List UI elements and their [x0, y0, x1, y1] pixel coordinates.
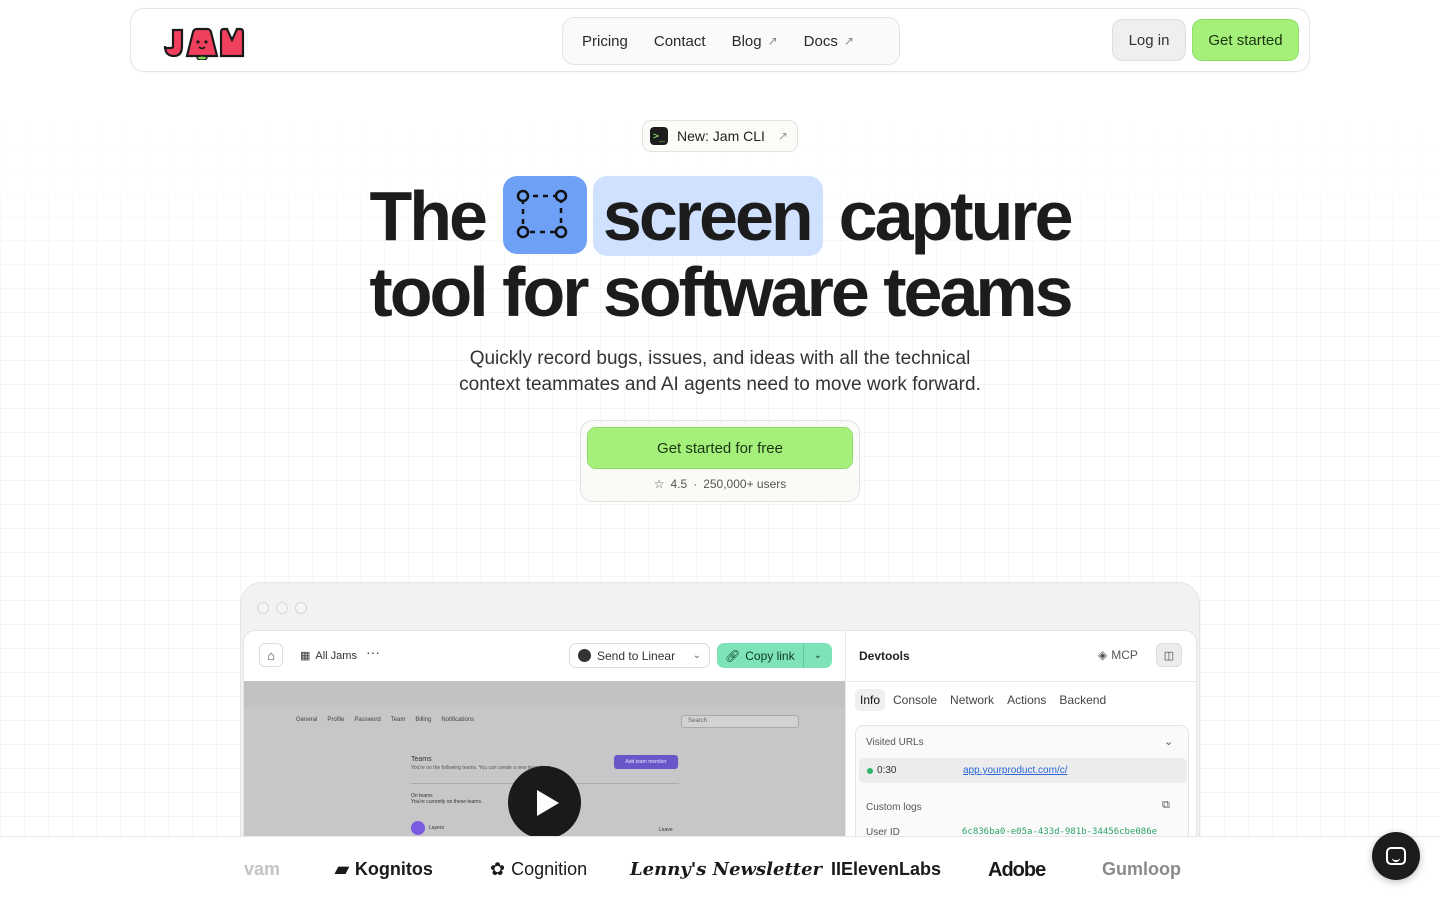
terminal-icon: >_: [650, 127, 668, 145]
get-started-free-button[interactable]: Get started for free: [587, 427, 853, 469]
send-to-linear-dropdown[interactable]: Send to Linear ⌄: [569, 643, 710, 668]
chat-icon: [1386, 847, 1406, 865]
recorded-app-navbar: [244, 681, 845, 707]
more-icon[interactable]: ···: [366, 644, 380, 660]
recorded-team-row: Layers: [411, 821, 444, 835]
kognitos-icon: ▰: [335, 859, 349, 879]
nav-link-contact[interactable]: Contact: [641, 24, 719, 58]
home-icon[interactable]: ⌂: [259, 643, 283, 667]
selection-box-icon: [502, 176, 587, 254]
link-icon: 🔗︎: [725, 648, 741, 663]
login-button[interactable]: Log in: [1112, 19, 1186, 61]
visited-url-row: 0:30 app.yourproduct.com/c/: [859, 758, 1187, 783]
copy-link-button[interactable]: 🔗︎ Copy link ⌄: [717, 643, 832, 668]
chevron-down-icon[interactable]: ⌄: [1164, 735, 1173, 748]
hero-subtitle: Quickly record bugs, issues, and ideas w…: [459, 348, 981, 395]
sidebar-toggle-icon[interactable]: ◫: [1156, 643, 1182, 667]
hero-title-line1: The screen capture: [369, 176, 1074, 256]
recorded-on-teams: On teams You're currently on these teams.: [411, 793, 483, 805]
status-dot: [867, 767, 873, 774]
cognition-icon: ✿: [490, 859, 506, 879]
cta-card: Get started for free ☆ 4.5 · 250,000+ us…: [580, 420, 860, 502]
recorded-search: Search: [681, 715, 799, 728]
external-arrow-icon: ↗: [777, 129, 788, 143]
nav-link-pricing[interactable]: Pricing: [569, 24, 641, 58]
customer-logo-adobe: Adobe: [988, 859, 1046, 881]
avatar: [411, 821, 425, 835]
mcp-button[interactable]: ◈ MCP: [1098, 648, 1138, 662]
customer-logo-vam: vam: [244, 859, 281, 879]
chat-launcher-button[interactable]: [1372, 832, 1420, 880]
tab-console[interactable]: Console: [888, 689, 942, 711]
nav-link-blog[interactable]: Blog ↗: [719, 24, 791, 58]
play-icon: [536, 789, 559, 816]
top-navbar: Pricing Contact Blog ↗ Docs ↗ Log in Get s…: [130, 8, 1310, 72]
get-started-button[interactable]: Get started: [1192, 19, 1299, 61]
external-arrow-icon: ↗: [843, 34, 854, 48]
customer-logo-kognitos: ▰ Kognitos: [335, 859, 433, 879]
grid-icon: ▦: [300, 650, 311, 662]
customer-logo-cognition: ✿ Cognition: [490, 859, 588, 879]
recorded-add-member-button: Add team member: [614, 755, 678, 769]
tab-network[interactable]: Network: [945, 689, 999, 711]
tab-actions[interactable]: Actions: [1002, 689, 1051, 711]
nav-links: Pricing Contact Blog ↗ Docs ↗: [562, 17, 900, 65]
visited-url-link[interactable]: app.yourproduct.com/c/: [963, 765, 1068, 776]
recorded-settings-tabs: General Profile Password Team Billing No…: [296, 717, 475, 723]
jam-logo[interactable]: [163, 26, 245, 60]
divider: [847, 681, 1196, 682]
customer-logo-elevenlabs: IIElevenLabs: [831, 859, 942, 879]
nav-link-docs[interactable]: Docs ↗: [791, 24, 867, 58]
devtools-title: Devtools: [859, 649, 910, 663]
all-jams-link[interactable]: ▦ All Jams: [300, 649, 357, 663]
tab-backend[interactable]: Backend: [1054, 689, 1111, 711]
play-button[interactable]: [508, 766, 581, 839]
external-arrow-icon: ↗: [767, 34, 778, 48]
mcp-icon: ◈: [1098, 648, 1108, 662]
linear-icon: [578, 649, 591, 662]
tab-info[interactable]: Info: [855, 689, 886, 711]
jam-cli-badge[interactable]: >_ New: Jam CLI ↗: [642, 120, 798, 152]
custom-logs-heading: Custom logs: [866, 802, 922, 813]
highlighted-word: screen: [592, 176, 823, 256]
star-icon: ☆: [653, 477, 665, 491]
recorded-leave: Leave: [659, 827, 673, 833]
visited-urls-heading: Visited URLs: [866, 737, 924, 748]
customer-logo-gumloop: Gumloop: [1102, 859, 1181, 879]
rating-row: ☆ 4.5 · 250,000+ users: [653, 477, 787, 491]
chevron-down-icon: ⌄: [692, 650, 701, 661]
devtools-tabs: Info Console Network Actions Backend: [855, 689, 1111, 711]
customer-logo-lennys-newsletter: Lenny's Newsletter: [630, 859, 823, 880]
chevron-down-icon[interactable]: ⌄: [804, 650, 832, 661]
copy-icon[interactable]: ⧉: [1162, 799, 1170, 812]
window-controls: [257, 602, 307, 614]
customer-logo-strip: vam ▰ Kognitos ✿ Cognition Lenny's Newslet…: [0, 836, 1440, 900]
hero-title-line2: tool for software teams: [369, 253, 1073, 331]
